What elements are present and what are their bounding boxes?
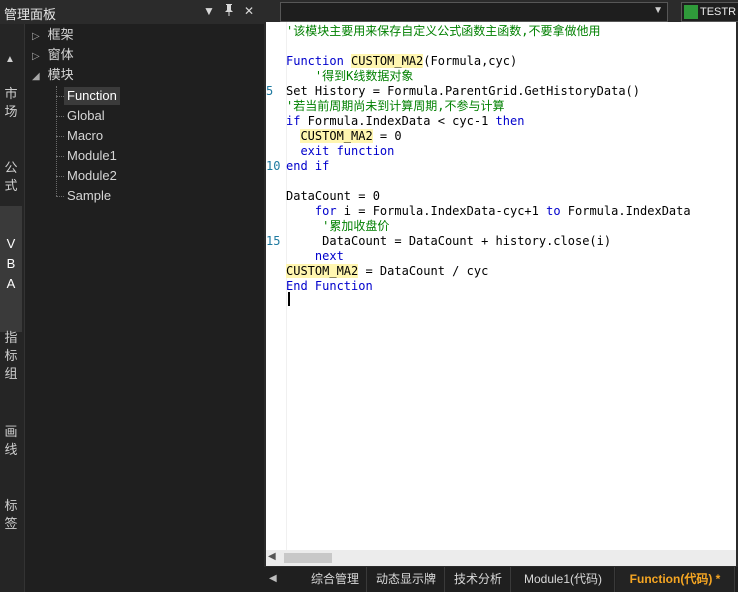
code-line: exit function: [286, 144, 395, 158]
code-line: '若当前周期尚未到计算周期,不参与计算: [286, 99, 505, 113]
tab-dynamic-board[interactable]: 动态显示牌: [368, 567, 445, 592]
tab-indicator-group-label: 指标组: [4, 330, 18, 381]
tree-leaf-sample[interactable]: Sample: [64, 187, 114, 205]
close-icon[interactable]: ✕: [242, 3, 256, 19]
tree-guide-branch: [56, 136, 64, 137]
management-panel: 管理面板 ▼ ✕ ▲ 市场 公式 VBA 指标组 画线 标签 ▷ 框架 ▷ 窗体…: [0, 0, 264, 592]
testr-label: TESTR: [700, 6, 737, 18]
tab-scroll-left-icon[interactable]: ◀: [269, 573, 277, 584]
code-text[interactable]: '该模块主要用来保存自定义公式函数主函数,不要拿做他用 Function CUS…: [286, 22, 736, 550]
code-line: if Formula.IndexData < cyc-1 then: [286, 114, 524, 129]
tree-node-module[interactable]: ◢ 模块: [32, 66, 74, 84]
chevron-right-icon[interactable]: ▷: [32, 48, 44, 66]
editor-area: ▼ TESTR 5 10 15 '该模块主要用来保存自定义公式函数主函数,不要拿…: [264, 0, 738, 592]
code-token: for: [286, 204, 337, 218]
tree-guide-line: [56, 86, 57, 196]
tree-node-form[interactable]: ▷ 窗体: [32, 46, 74, 64]
code-line: '得到K线数据对象: [286, 69, 414, 83]
panel-header: 管理面板 ▼ ✕: [0, 0, 264, 24]
code-token: CUSTOM_MA2: [351, 54, 424, 68]
module-tree: ▷ 框架 ▷ 窗体 ◢ 模块 Function Global Macro Mod…: [24, 24, 264, 592]
tab-market[interactable]: 市场: [0, 82, 22, 128]
document-tabs: ◀ 综合管理 动态显示牌 技术分析 Module1(代码) Function(代…: [264, 567, 738, 592]
line-number: 5: [266, 84, 274, 98]
tab-formula-label: 公式: [4, 160, 18, 193]
code-line: '该模块主要用来保存自定义公式函数主函数,不要拿做他用: [286, 24, 601, 38]
line-number: 10: [266, 159, 281, 173]
code-token: to: [546, 204, 561, 218]
tree-guide-branch: [56, 156, 64, 157]
code-editor[interactable]: 5 10 15 '该模块主要用来保存自定义公式函数主函数,不要拿做他用 Func…: [266, 22, 736, 550]
code-token: i = Formula.IndexData-cyc+1: [336, 204, 547, 218]
code-token: (Formula,cyc): [423, 54, 518, 68]
tab-tags[interactable]: 标签: [0, 494, 22, 540]
tree-guide-branch: [56, 176, 64, 177]
tree-leaf-macro[interactable]: Macro: [64, 127, 106, 145]
code-token: Function: [286, 54, 352, 68]
tree-node-frame[interactable]: ▷ 框架: [32, 26, 74, 44]
chevron-right-icon[interactable]: ▷: [32, 28, 44, 46]
tree-leaf-module1[interactable]: Module1: [64, 147, 120, 165]
code-line: next: [286, 249, 344, 263]
tree-leaf-function[interactable]: Function: [64, 87, 120, 105]
tree-node-label: 窗体: [47, 47, 74, 62]
code-token: = 0: [372, 129, 402, 143]
code-line: DataCount = 0: [286, 189, 380, 203]
tab-market-label: 市场: [4, 86, 18, 119]
tab-drawing-label: 画线: [4, 424, 18, 457]
horizontal-scrollbar[interactable]: ◀: [266, 550, 736, 566]
code-token: then: [495, 114, 525, 128]
tree-leaf-module2[interactable]: Module2: [64, 167, 120, 185]
tab-technical-analysis[interactable]: 技术分析: [446, 567, 511, 592]
procedure-combo[interactable]: ▼: [280, 2, 668, 22]
code-line: Function CUSTOM_MA2(Formula,cyc): [286, 54, 517, 69]
tab-module1-code[interactable]: Module1(代码): [512, 567, 615, 592]
code-token: CUSTOM_MA2: [300, 129, 373, 143]
tab-tags-label: 标签: [4, 498, 18, 531]
tree-leaf-global[interactable]: Global: [64, 107, 108, 125]
line-number: 15: [266, 234, 281, 248]
tab-overview[interactable]: 综合管理: [304, 567, 367, 592]
text-caret: [288, 292, 290, 306]
tree-node-label: 模块: [47, 67, 74, 82]
code-line: End Function: [286, 279, 373, 293]
testr-button[interactable]: TESTR: [681, 2, 738, 22]
tree-guide-branch: [56, 196, 64, 197]
code-token: Formula.IndexData < cyc-1: [300, 114, 496, 128]
panel-title: 管理面板: [4, 7, 57, 22]
panel-menu-dropdown-icon[interactable]: ▼: [202, 3, 216, 19]
code-token: CUSTOM_MA2: [286, 264, 359, 278]
scroll-up-icon[interactable]: ▲: [5, 54, 15, 65]
tab-indicator-group[interactable]: 指标组: [0, 326, 22, 388]
grid-icon: [684, 5, 698, 19]
tab-vba-label: VBA: [6, 236, 16, 291]
tab-function-code[interactable]: Function(代码) *: [616, 567, 735, 592]
left-tab-strip: ▲ 市场 公式 VBA 指标组 画线 标签: [0, 24, 25, 592]
code-token: if: [286, 114, 301, 128]
code-line: CUSTOM_MA2 = DataCount / cyc: [286, 264, 488, 279]
tree-guide-branch: [56, 96, 64, 97]
tab-vba[interactable]: VBA: [0, 206, 22, 332]
scroll-left-icon[interactable]: ◀: [268, 551, 276, 562]
code-token: = DataCount / cyc: [358, 264, 489, 278]
code-line: Set History = Formula.ParentGrid.GetHist…: [286, 84, 641, 98]
code-line: end if: [286, 159, 330, 173]
chevron-down-icon[interactable]: ▼: [653, 5, 663, 16]
tree-node-label: 框架: [47, 27, 74, 42]
code-line: '累加收盘价: [286, 219, 390, 233]
scrollbar-thumb[interactable]: [284, 553, 332, 563]
code-token: Formula.IndexData: [560, 204, 691, 218]
tab-formula[interactable]: 公式: [0, 156, 22, 202]
code-line: for i = Formula.IndexData-cyc+1 to Formu…: [286, 204, 691, 219]
line-number-gutter: 5 10 15: [266, 22, 286, 550]
pin-icon[interactable]: [222, 3, 236, 19]
chevron-down-icon[interactable]: ◢: [32, 68, 44, 86]
tree-guide-branch: [56, 116, 64, 117]
code-line: DataCount = DataCount + history.close(i): [286, 234, 612, 248]
tab-drawing[interactable]: 画线: [0, 420, 22, 466]
code-line: CUSTOM_MA2 = 0: [286, 129, 402, 144]
